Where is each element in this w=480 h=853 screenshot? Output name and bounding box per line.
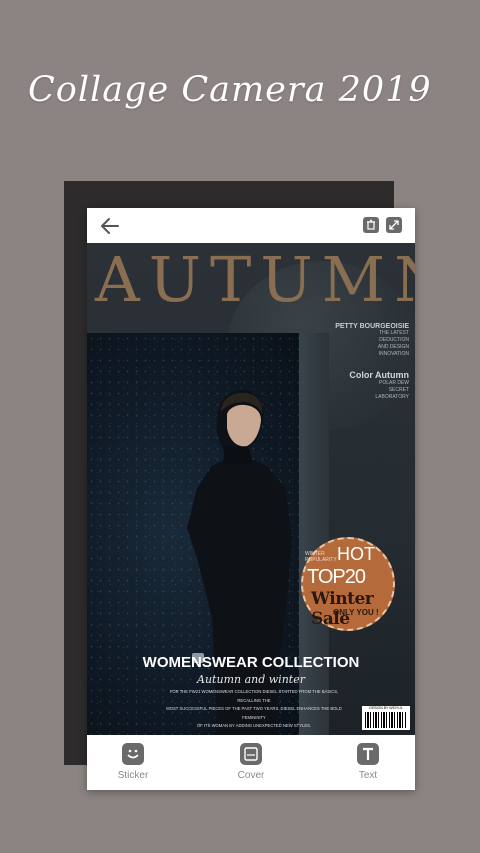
side-line: LABORATORY — [375, 394, 409, 400]
cover-label: Cover — [237, 770, 265, 781]
barcode-bars — [365, 712, 407, 728]
collection-body: FOR THE FW21 WOMENSWEAR COLLECTION DIESE… — [166, 689, 342, 728]
cover-headline: AUTUMN — [95, 243, 415, 316]
delete-button[interactable] — [363, 217, 379, 233]
collection-subtitle: Autumn and winter — [197, 673, 305, 686]
back-arrow-icon — [101, 218, 119, 234]
promo-title: Collage Camera 2019 — [28, 70, 432, 110]
barcode: DESIGN BY WEIYUL — [362, 706, 410, 730]
text-label: Text — [358, 770, 378, 781]
text-icon — [357, 743, 379, 765]
barcode-text: DESIGN BY WEIYUL — [369, 706, 403, 710]
side-line: THE LATEST — [379, 330, 409, 336]
bottom-toolbar: Sticker Cover Text — [87, 735, 415, 790]
collection-title: WOMENSWEAR COLLECTION — [142, 654, 360, 671]
top-bar — [87, 208, 415, 243]
trash-icon — [367, 219, 375, 230]
back-button[interactable] — [99, 215, 121, 237]
cover-icon — [240, 743, 262, 765]
side-line: INNOVATION — [378, 351, 409, 357]
text-button[interactable]: Text — [338, 743, 398, 781]
sticker-button[interactable]: Sticker — [103, 743, 163, 781]
expand-button[interactable] — [386, 217, 402, 233]
side-title-2: Color Autumn — [349, 370, 409, 380]
cover-button[interactable]: Cover — [221, 743, 281, 781]
side-line: POLAR DEW — [378, 380, 409, 386]
side-title: PETTY BOURGEOISIE — [335, 323, 409, 330]
side-line: AND DESIGN — [377, 344, 409, 350]
badge-only-label: ONLY YOU ! — [333, 608, 379, 617]
sticker-label: Sticker — [117, 770, 149, 781]
badge-top-label: TOP20 — [307, 566, 366, 588]
editor-frame: AUTUMN PETTY BOURGEOISIE THE LATEST DEDU… — [87, 208, 415, 790]
sticker-icon — [122, 743, 144, 765]
magazine-cover[interactable]: AUTUMN PETTY BOURGEOISIE THE LATEST DEDU… — [87, 243, 415, 735]
side-line: SECRET — [388, 387, 409, 393]
cover-side-text: PETTY BOURGEOISIE THE LATEST DEDUCTION A… — [335, 323, 409, 401]
badge-hot-label: HOT — [337, 544, 375, 564]
expand-icon — [389, 220, 399, 230]
side-line: DEDUCTION — [379, 337, 409, 343]
badge-small-text: WINTER POPULARITY — [305, 551, 337, 563]
